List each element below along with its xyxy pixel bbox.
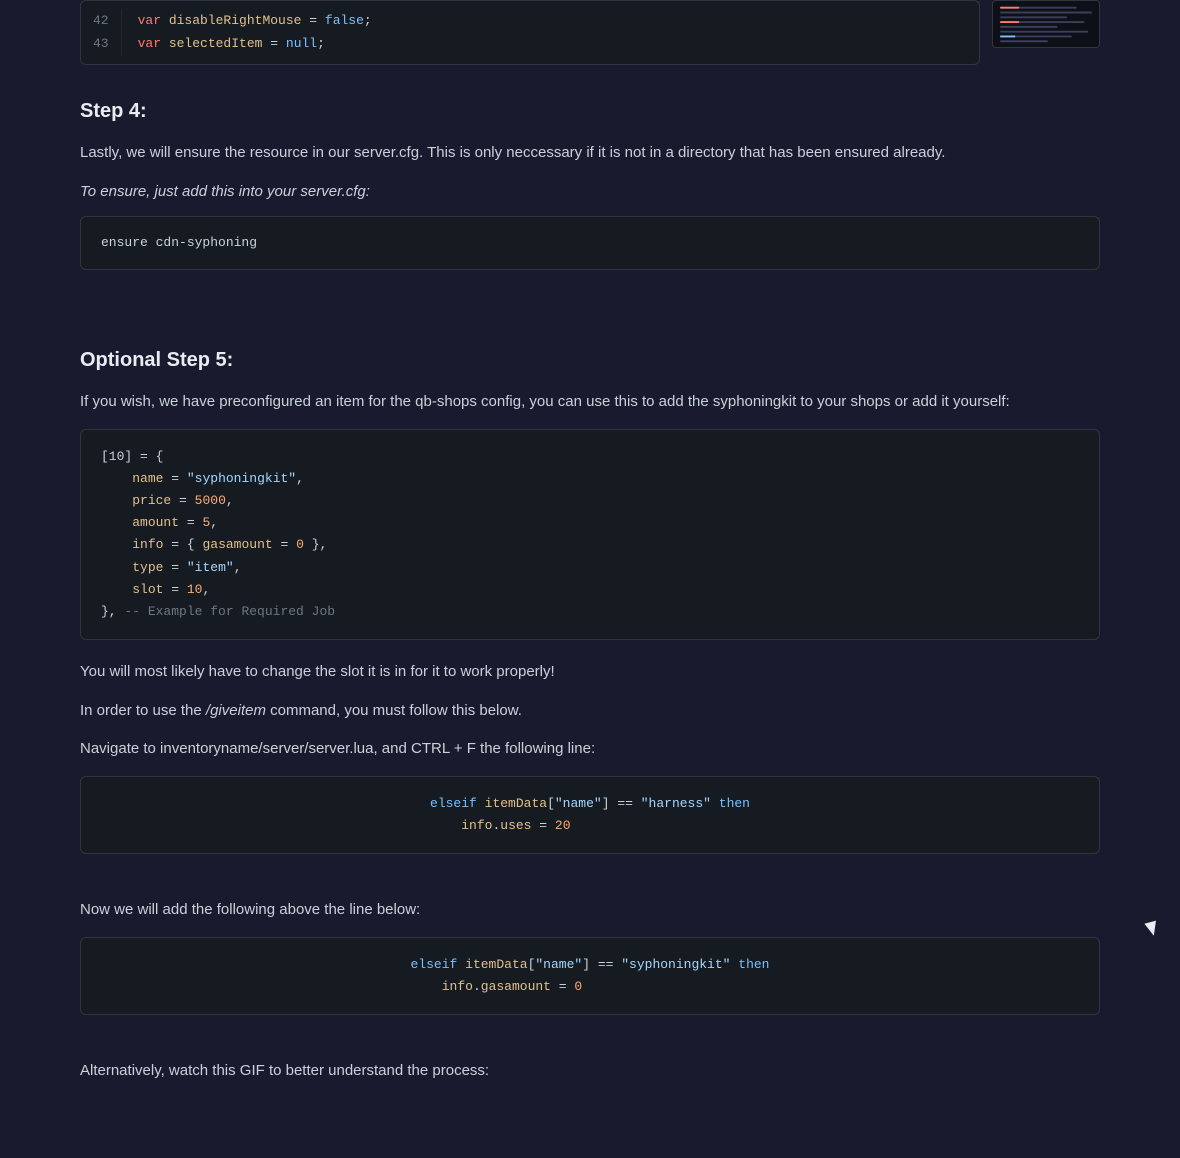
- thumbnail-image: [993, 1, 1099, 47]
- step4-italic: To ensure, just add this into your serve…: [80, 180, 1100, 204]
- step5-code-content: [10] = { name = "syphoningkit", price = …: [101, 446, 1079, 623]
- step4-code-block: ensure cdn-syphoning: [80, 216, 1100, 271]
- step5-code3-content: elseif itemData["name"] == "syphoningkit…: [411, 954, 770, 998]
- cursor-arrow-icon: [1144, 921, 1159, 938]
- step4-body1: Lastly, we will ensure the resource in o…: [80, 141, 1100, 166]
- step5-code-block2: elseif itemData["name"] == "harness" the…: [80, 776, 1100, 854]
- mouse-cursor: [1146, 922, 1158, 940]
- step5-body4: Navigate to inventoryname/server/server.…: [80, 737, 1100, 762]
- step5-heading: Optional Step 5:: [80, 344, 1100, 376]
- step5-body2: You will most likely have to change the …: [80, 660, 1100, 685]
- step5-code-block1: [10] = { name = "syphoningkit", price = …: [80, 429, 1100, 640]
- top-code-section: 42 43 var disableRightMouse = false; var…: [80, 0, 1100, 65]
- top-code-block: 42 43 var disableRightMouse = false; var…: [80, 0, 980, 65]
- thumbnail: [992, 0, 1100, 48]
- step4-heading: Step 4:: [80, 95, 1100, 127]
- code-content: var disableRightMouse = false; var selec…: [122, 9, 979, 56]
- step4-code: ensure cdn-syphoning: [101, 235, 257, 250]
- step5-body6: Alternatively, watch this GIF to better …: [80, 1059, 1100, 1084]
- step5-body5: Now we will add the following above the …: [80, 898, 1100, 923]
- step4-section: Step 4: Lastly, we will ensure the resou…: [80, 95, 1100, 271]
- step5-code-block3: elseif itemData["name"] == "syphoningkit…: [80, 937, 1100, 1015]
- line-numbers: 42 43: [81, 9, 122, 56]
- step5-section: Optional Step 5: If you wish, we have pr…: [80, 344, 1100, 1084]
- giveitem-italic: /giveitem: [206, 702, 266, 719]
- step5-body1: If you wish, we have preconfigured an it…: [80, 390, 1100, 415]
- step5-body3: In order to use the /giveitem command, y…: [80, 699, 1100, 724]
- step5-code2-content: elseif itemData["name"] == "harness" the…: [430, 793, 750, 837]
